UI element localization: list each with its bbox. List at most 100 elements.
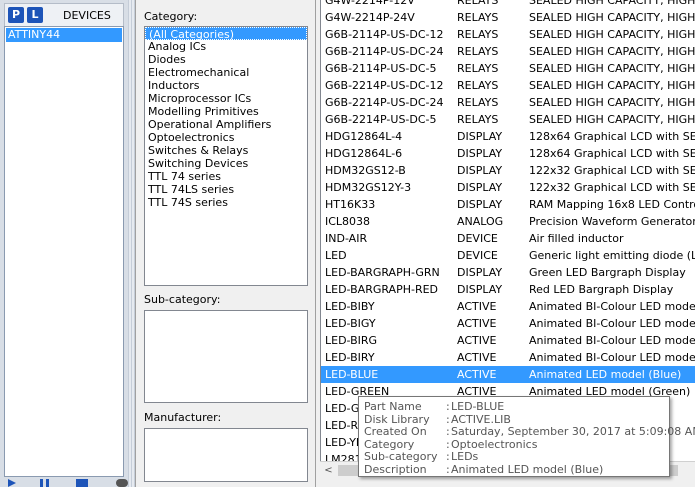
library-cell: DISPLAY bbox=[457, 266, 503, 279]
category-item[interactable]: Modelling Primitives bbox=[145, 105, 307, 118]
device-cell: LED bbox=[325, 249, 347, 262]
tooltip-value: Animated LED model (Blue) bbox=[451, 462, 604, 476]
table-row[interactable]: LED-BIRG ACTIVE Animated BI-Colour LED mod… bbox=[321, 332, 695, 349]
table-row[interactable]: LED DEVICE Generic light emitting diode (L… bbox=[321, 247, 695, 264]
library-cell: RELAYS bbox=[457, 0, 499, 7]
stop-icon[interactable] bbox=[76, 479, 88, 487]
category-label: Category: bbox=[144, 10, 198, 23]
table-row[interactable]: G6B-2114P-US-DC-5 RELAYS SEALED HIGH CAPAC… bbox=[321, 60, 695, 77]
device-cell: G6B-2114P-US-DC-5 bbox=[325, 62, 437, 75]
table-row[interactable]: G6B-2114P-US-DC-12 RELAYS SEALED HIGH CAPA… bbox=[321, 26, 695, 43]
description-cell: RAM Mapping 16x8 LED Controller bbox=[529, 198, 695, 211]
library-cell: DISPLAY bbox=[457, 147, 503, 160]
device-cell: LM281 bbox=[325, 453, 362, 461]
table-row[interactable]: LED-BLUE ACTIVE Animated LED model (Blue) bbox=[321, 366, 695, 383]
category-item[interactable]: TTL 74LS series bbox=[145, 183, 307, 196]
device-cell: HDM32GS12Y-3 bbox=[325, 181, 412, 194]
category-item[interactable]: Electromechanical bbox=[145, 66, 307, 79]
subcategory-label: Sub-category: bbox=[144, 293, 221, 306]
table-row[interactable]: G4W-2214P-24V RELAYS SEALED HIGH CAPACITY,… bbox=[321, 9, 695, 26]
tooltip-separator: : bbox=[446, 450, 450, 463]
panel-splitter[interactable] bbox=[128, 0, 135, 487]
pick-devices-button[interactable]: P bbox=[8, 7, 24, 23]
pause-icon[interactable] bbox=[46, 479, 49, 487]
tooltip-separator: : bbox=[446, 425, 450, 438]
device-cell: G4W-2214P-12V bbox=[325, 0, 415, 7]
manufacturer-list[interactable] bbox=[144, 428, 308, 482]
playback-toolbar bbox=[0, 477, 135, 487]
tooltip-separator: : bbox=[446, 412, 450, 426]
table-row[interactable]: ICL8038 ANALOG Precision Waveform Generato… bbox=[321, 213, 695, 230]
category-item[interactable]: Operational Amplifiers bbox=[145, 118, 307, 131]
category-item[interactable]: TTL 74 series bbox=[145, 170, 307, 183]
description-cell: SEALED HIGH CAPACITY, HIGH I bbox=[529, 11, 695, 24]
tooltip-key: Sub-category bbox=[364, 450, 438, 463]
table-row[interactable]: G6B-2214P-US-DC-12 RELAYS SEALED HIGH CAPA… bbox=[321, 77, 695, 94]
device-cell: HDG12864L-4 bbox=[325, 130, 403, 143]
library-cell: DISPLAY bbox=[457, 198, 503, 211]
table-row[interactable]: G4W-2214P-12V RELAYS SEALED HIGH CAPACITY,… bbox=[321, 0, 695, 9]
table-row[interactable]: HDG12864L-6 DISPLAY 128x64 Graphical LCD w… bbox=[321, 145, 695, 162]
description-cell: SEALED HIGH CAPACITY, HIGH I bbox=[529, 0, 695, 7]
device-cell: G6B-2114P-US-DC-12 bbox=[325, 28, 444, 41]
device-cell: LED-BIRG bbox=[325, 334, 378, 347]
category-list[interactable]: (All Categories) Analog ICs Diodes Electrom… bbox=[144, 26, 308, 286]
devices-panel: P L DEVICES ATTINY44 bbox=[0, 0, 128, 487]
table-row[interactable]: HDG12864L-4 DISPLAY 128x64 Graphical LCD w… bbox=[321, 128, 695, 145]
library-manager-button[interactable]: L bbox=[27, 7, 43, 23]
device-cell: G6B-2214P-US-DC-24 bbox=[325, 96, 444, 109]
category-item[interactable]: Microprocessor ICs bbox=[145, 92, 307, 105]
pause-icon[interactable] bbox=[40, 479, 43, 487]
table-row[interactable]: HDM32GS12Y-3 DISPLAY 122x32 Graphical LCD … bbox=[321, 179, 695, 196]
library-cell: ACTIVE bbox=[457, 300, 497, 313]
table-row[interactable]: LED-BARGRAPH-RED DISPLAY Red LED Bargraph … bbox=[321, 281, 695, 298]
device-cell: HDG12864L-6 bbox=[325, 147, 403, 160]
description-cell: SEALED HIGH CAPACITY, HIGH I bbox=[529, 45, 695, 58]
tooltip-value: ACTIVE.LIB bbox=[451, 412, 511, 426]
table-row[interactable]: HT16K33 DISPLAY RAM Mapping 16x8 LED Contr… bbox=[321, 196, 695, 213]
description-cell: SEALED HIGH CAPACITY, HIGH I bbox=[529, 113, 695, 126]
library-cell: RELAYS bbox=[457, 45, 499, 58]
devices-header: P L DEVICES bbox=[4, 3, 124, 27]
category-item[interactable]: TTL 74S series bbox=[145, 196, 307, 209]
table-row[interactable]: IND-AIR DEVICE Air filled inductor bbox=[321, 230, 695, 247]
device-cell: LED-BIGY bbox=[325, 317, 376, 330]
library-cell: ACTIVE bbox=[457, 368, 497, 381]
library-cell: ACTIVE bbox=[457, 317, 497, 330]
tooltip-value: LEDs bbox=[451, 450, 479, 463]
category-item[interactable]: Diodes bbox=[145, 53, 307, 66]
device-cell: LED-BLUE bbox=[325, 368, 379, 381]
part-tooltip: Part Name: LED-BLUE Disk Library: ACTIVE.LI… bbox=[358, 396, 695, 477]
table-row[interactable]: HDM32GS12-B DISPLAY 122x32 Graphical LCD w… bbox=[321, 162, 695, 179]
description-cell: 122x32 Graphical LCD with SED15 bbox=[529, 164, 695, 177]
device-cell: HT16K33 bbox=[325, 198, 376, 211]
device-cell: G6B-2214P-US-DC-12 bbox=[325, 79, 444, 92]
table-row[interactable]: G6B-2214P-US-DC-24 RELAYS SEALED HIGH CAPA… bbox=[321, 94, 695, 111]
table-row[interactable]: LED-BIRY ACTIVE Animated BI-Colour LED mod… bbox=[321, 349, 695, 366]
description-cell: Red LED Bargraph Display bbox=[529, 283, 674, 296]
tooltip-key: Disk Library bbox=[364, 412, 430, 426]
category-item[interactable]: Switches & Relays bbox=[145, 144, 307, 157]
devices-list[interactable]: ATTINY44 bbox=[4, 26, 124, 477]
results-table[interactable]: G4W-2214P-12V RELAYS SEALED HIGH CAPACITY,… bbox=[320, 0, 695, 461]
table-row[interactable]: G6B-2214P-US-DC-5 RELAYS SEALED HIGH CAPAC… bbox=[321, 111, 695, 128]
device-item[interactable]: ATTINY44 bbox=[6, 28, 122, 42]
category-item[interactable]: Inductors bbox=[145, 79, 307, 92]
category-item[interactable]: Optoelectronics bbox=[145, 131, 307, 144]
description-cell: Animated BI-Colour LED model (Blue bbox=[529, 300, 695, 313]
library-cell: RELAYS bbox=[457, 11, 499, 24]
category-item[interactable]: Switching Devices bbox=[145, 157, 307, 170]
description-cell: 122x32 Graphical LCD with SED15 bbox=[529, 181, 695, 194]
info-icon[interactable] bbox=[116, 479, 128, 487]
category-item[interactable]: Analog ICs bbox=[145, 40, 307, 53]
play-icon[interactable] bbox=[8, 479, 16, 487]
subcategory-list[interactable] bbox=[144, 310, 308, 403]
scroll-left-arrow[interactable]: < bbox=[320, 462, 337, 479]
table-row[interactable]: G6B-2114P-US-DC-24 RELAYS SEALED HIGH CAPA… bbox=[321, 43, 695, 60]
table-row[interactable]: LED-BARGRAPH-GRN DISPLAY Green LED Bargrap… bbox=[321, 264, 695, 281]
table-row[interactable]: LED-BIBY ACTIVE Animated BI-Colour LED mod… bbox=[321, 298, 695, 315]
device-cell: LED-BARGRAPH-GRN bbox=[325, 266, 440, 279]
category-item[interactable]: (All Categories) bbox=[145, 27, 307, 41]
tooltip-value: Optoelectronics bbox=[451, 437, 538, 451]
table-row[interactable]: LED-BIGY ACTIVE Animated BI-Colour LED mod… bbox=[321, 315, 695, 332]
